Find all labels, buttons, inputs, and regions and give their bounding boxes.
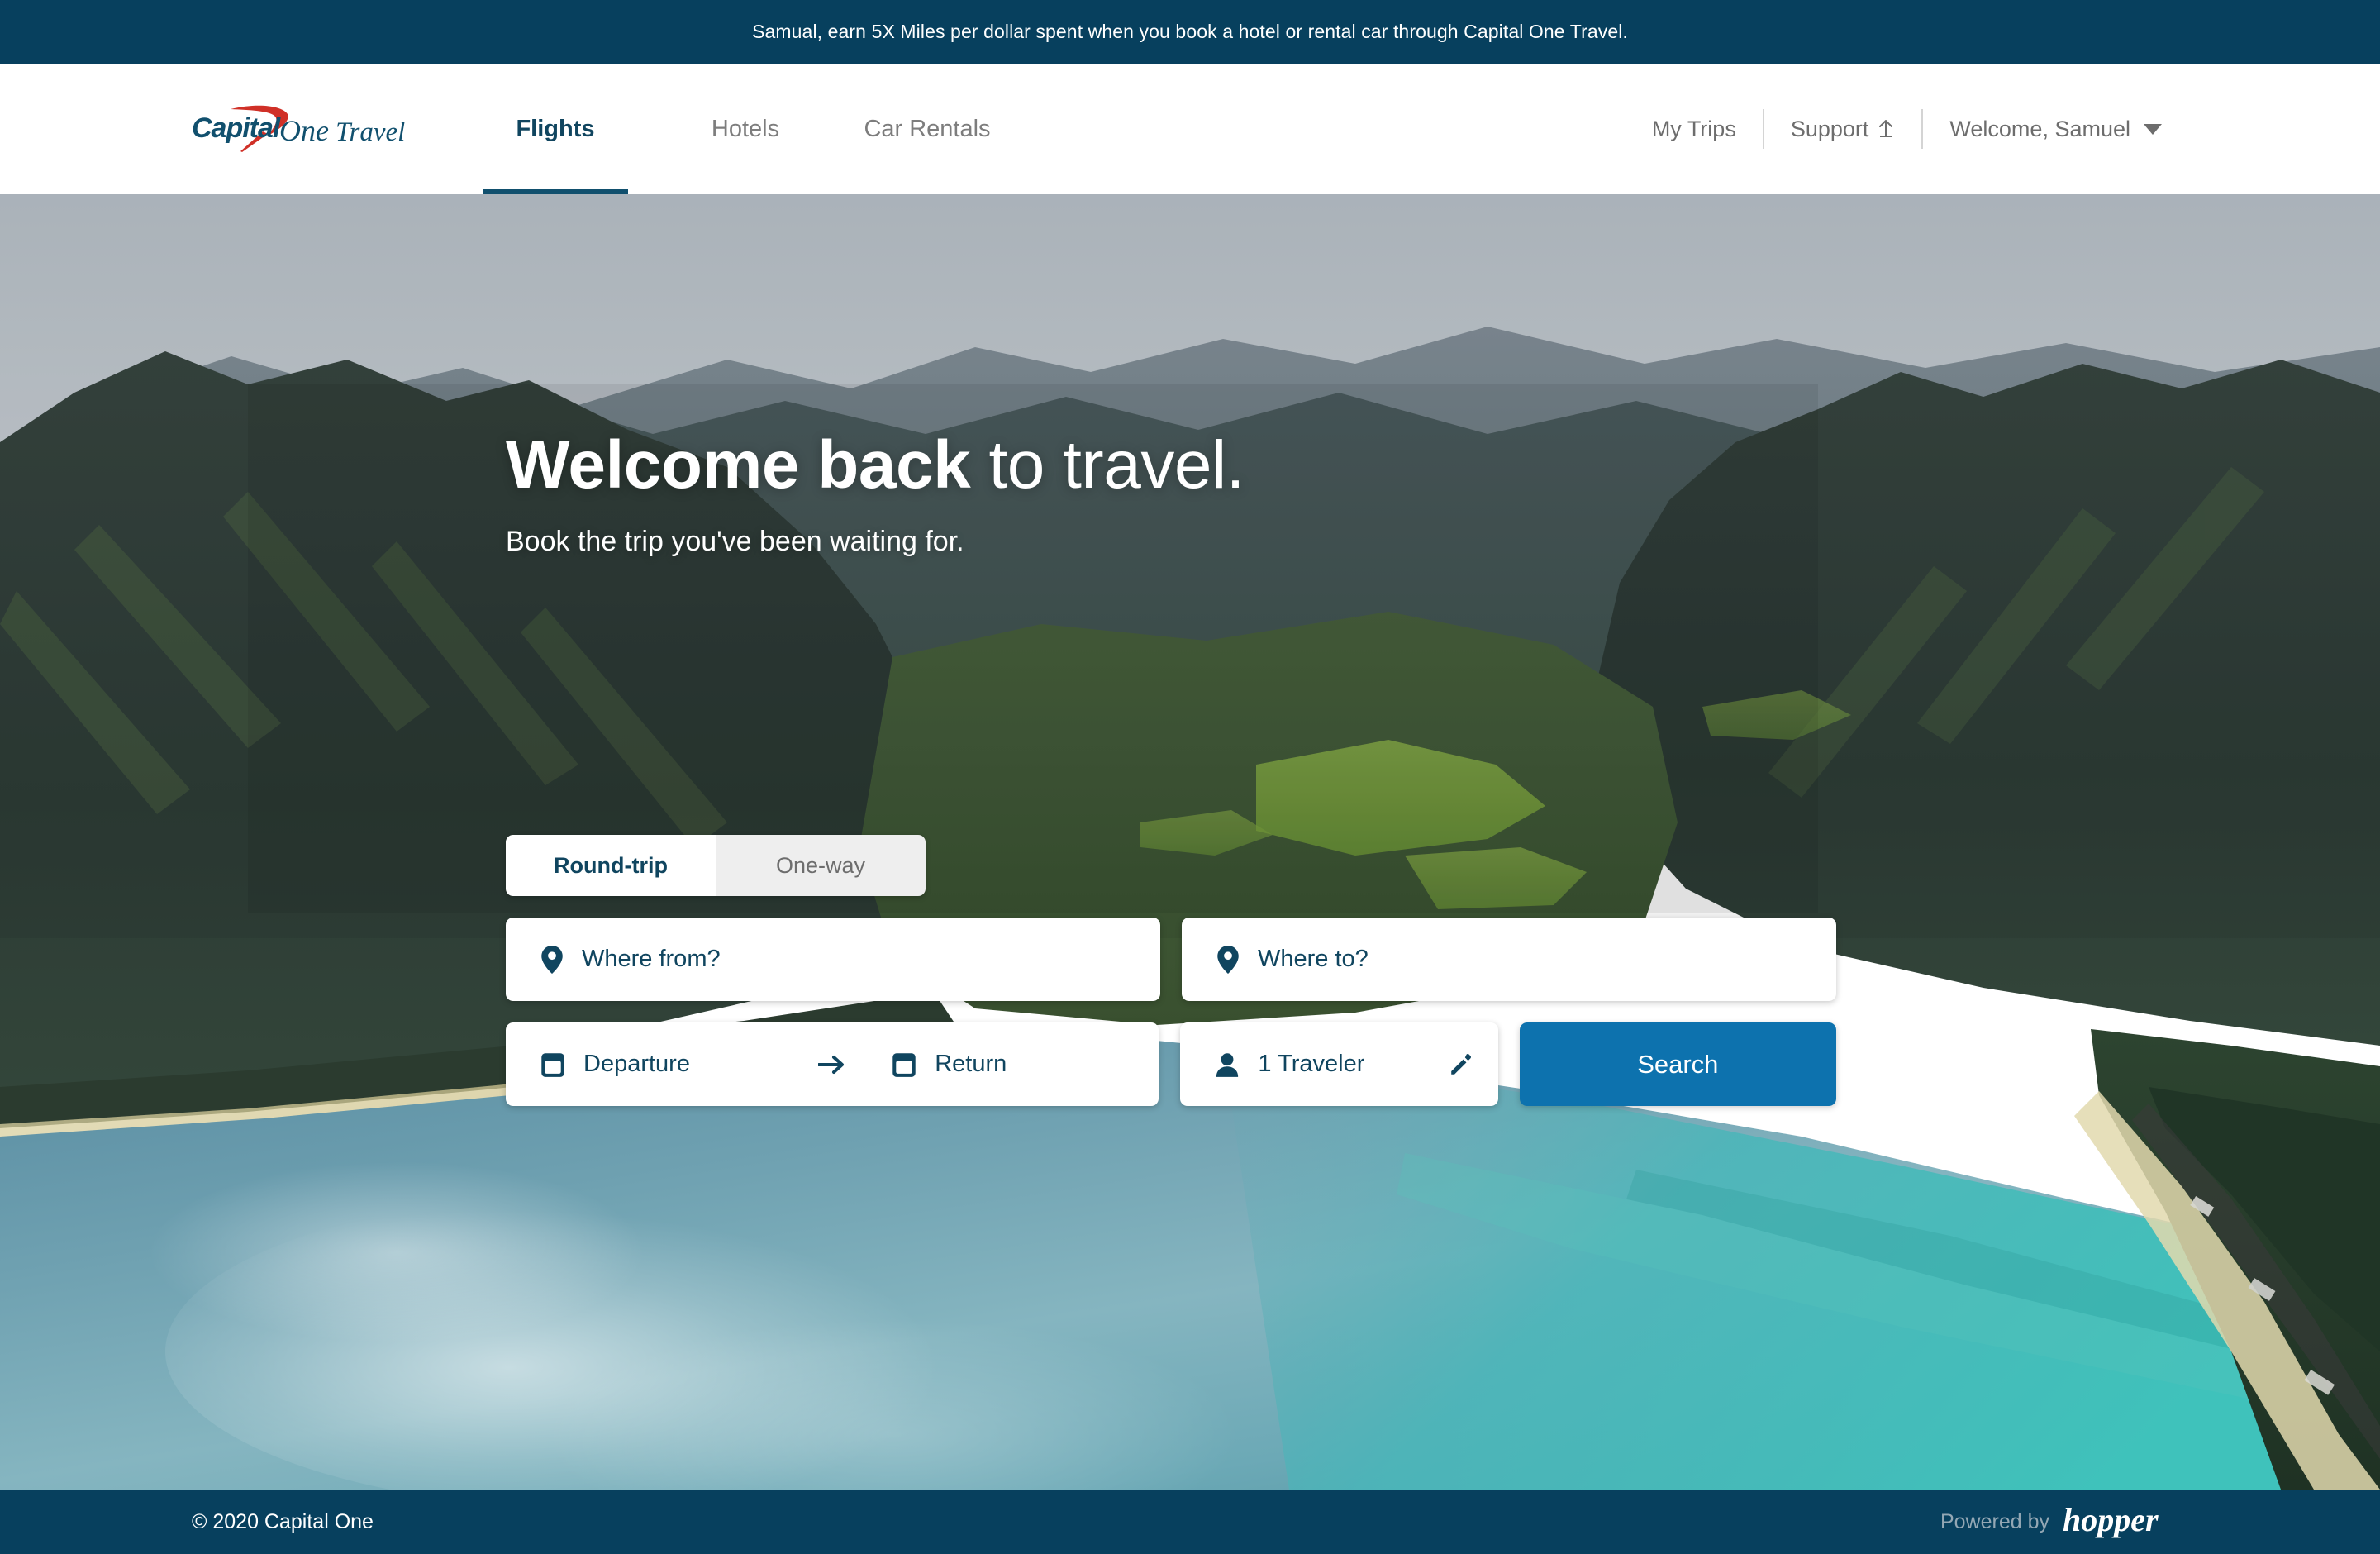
nav-account-label: Welcome, Samuel [1949,116,2130,141]
nav-tab-hotels-label: Hotels [711,115,780,142]
origin-field[interactable]: Where from? [506,918,1160,1001]
nav-support[interactable]: Support [1764,117,1922,142]
svg-text:Travel: Travel [336,117,405,147]
chevron-down-icon [2144,123,2162,135]
svg-text:One: One [279,114,329,147]
footer-copyright: © 2020 Capital One [192,1509,374,1533]
travelers-value: 1 Traveler [1258,1051,1365,1077]
nav-tab-hotels[interactable]: Hotels [673,64,818,194]
trip-type-round-trip-label: Round-trip [554,852,668,878]
hero-section: Welcome back to travel. Book the trip yo… [0,194,2380,1490]
nav-tab-flights-label: Flights [516,115,595,142]
search-button[interactable]: Search [1519,1022,1836,1106]
site-header: Capital One Travel Flights Hotels Car Re… [0,64,2380,194]
trip-type-one-way[interactable]: One-way [716,835,926,896]
promo-banner-text: Samual, earn 5X Miles per dollar spent w… [752,21,1628,42]
site-footer: © 2020 Capital One Powered by hopper [0,1490,2380,1554]
nav-tab-flights[interactable]: Flights [483,64,628,194]
destination-field[interactable]: Where to? [1182,918,1836,1001]
nav-my-trips[interactable]: My Trips [1626,117,1763,142]
departure-placeholder: Departure [583,1051,690,1077]
hero-title-bold: Welcome back [506,427,971,503]
trip-type-one-way-label: One-way [775,852,866,878]
dates-travelers-row: Departure Return 1 Traveler Search [506,1022,1836,1106]
trip-type-round-trip[interactable]: Round-trip [506,835,716,896]
departure-date-field[interactable]: Departure [506,1022,807,1106]
flight-search-widget: Round-trip One-way Where from? Where to?… [506,835,1836,1106]
hopper-logo: hopper [2063,1503,2159,1538]
location-row: Where from? Where to? [506,918,1836,1001]
trip-type-toggle: Round-trip One-way [506,835,926,896]
map-pin-icon [1216,945,1240,974]
map-pin-icon [540,945,564,974]
calendar-icon [540,1051,565,1078]
secondary-navigation: My Trips Support Welcome, Samuel [1626,103,2188,155]
primary-navigation: Flights Hotels Car Rentals [473,64,1010,194]
svg-text:hopper: hopper [2063,1503,2159,1538]
return-placeholder: Return [935,1051,1007,1077]
footer-partner-attribution: Powered by hopper [1940,1503,2188,1541]
hero-copy: Welcome back to travel. Book the trip yo… [506,427,1844,558]
hero-title: Welcome back to travel. [506,427,1844,503]
pencil-icon[interactable] [1449,1052,1473,1077]
logo-artwork: Capital One Travel [192,105,405,152]
hero-subtitle: Book the trip you've been waiting for. [506,526,964,558]
hero-title-light: to travel. [970,427,1245,503]
dates-field: Departure Return [506,1022,1159,1106]
calendar-icon [892,1051,916,1078]
origin-placeholder: Where from? [582,946,721,972]
nav-tab-car-rentals[interactable]: Car Rentals [845,64,1010,194]
return-date-field[interactable]: Return [857,1022,1159,1106]
travelers-field[interactable]: 1 Traveler [1180,1022,1498,1106]
svg-text:Capital: Capital [192,112,282,144]
promo-banner: Samual, earn 5X Miles per dollar spent w… [0,0,2380,64]
nav-my-trips-label: My Trips [1651,116,1736,141]
arrow-right-icon [807,1054,857,1075]
nav-account-menu[interactable]: Welcome, Samuel [1923,117,2188,142]
nav-tab-car-rentals-label: Car Rentals [864,115,991,142]
powered-by-label: Powered by [1940,1509,2049,1533]
person-icon [1215,1051,1240,1078]
destination-placeholder: Where to? [1258,946,1368,972]
external-link-arrow-icon [1877,118,1895,138]
nav-support-label: Support [1790,116,1869,141]
capital-one-travel-logo[interactable]: Capital One Travel [192,104,431,157]
